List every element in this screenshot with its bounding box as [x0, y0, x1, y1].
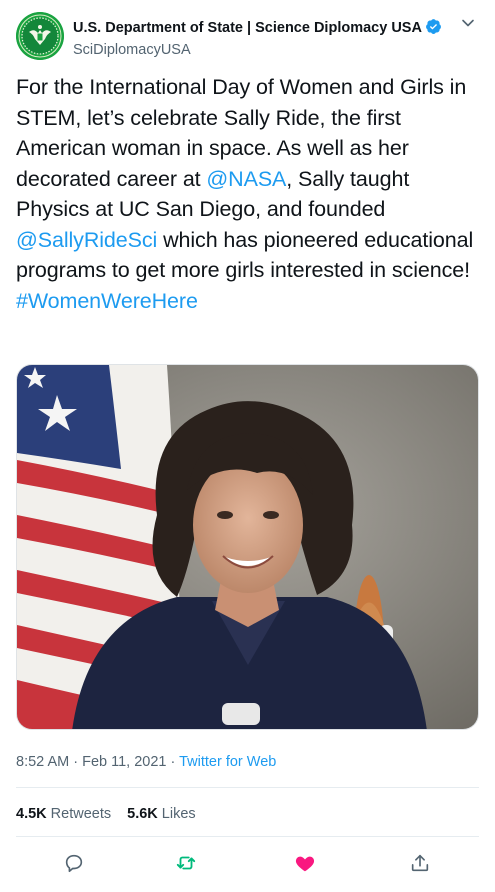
share-button[interactable] [403, 846, 437, 880]
state-seal-icon [16, 12, 64, 60]
mention-nasa-link[interactable]: @NASA [206, 167, 286, 191]
reply-button[interactable] [57, 846, 91, 880]
tweet-meta: 8:52 AM · Feb 11, 2021 · Twitter for Web [16, 754, 276, 770]
display-name-text[interactable]: U.S. Department of State | Science Diplo… [73, 20, 422, 36]
display-name[interactable]: U.S. Department of State | Science Diplo… [73, 18, 442, 37]
name-block: U.S. Department of State | Science Diplo… [73, 18, 442, 59]
verified-badge-icon [425, 19, 441, 34]
action-bar [0, 846, 495, 880]
divider [16, 787, 479, 788]
tweet-date[interactable]: Feb 11, 2021 [82, 754, 166, 770]
likes-count: 5.6K [127, 806, 158, 822]
tweet-stats: 4.5K Retweets 5.6K Likes [16, 806, 196, 822]
share-icon [411, 854, 429, 872]
retweet-icon [176, 856, 196, 870]
more-options-chevron-icon[interactable] [459, 14, 477, 32]
astronaut-portrait-image [17, 365, 478, 729]
retweets-count: 4.5K [16, 806, 47, 822]
likes-stat[interactable]: 5.6K Likes [127, 806, 196, 822]
tweet-text: For the International Day of Women and G… [16, 72, 486, 316]
avatar[interactable] [16, 12, 64, 60]
retweet-button[interactable] [169, 846, 203, 880]
tweet-header: U.S. Department of State | Science Diplo… [16, 12, 479, 62]
meta-separator: · [69, 754, 83, 770]
like-button[interactable] [288, 846, 322, 880]
retweets-label: Retweets [50, 806, 112, 822]
heart-icon [295, 856, 315, 872]
likes-label: Likes [161, 806, 196, 822]
retweets-stat[interactable]: 4.5K Retweets [16, 806, 111, 822]
handle[interactable]: SciDiplomacyUSA [73, 41, 442, 59]
tweet-time[interactable]: 8:52 AM [16, 754, 69, 770]
divider [16, 836, 479, 837]
meta-separator: · [166, 754, 180, 770]
mention-sallyridesci-link[interactable]: @SallyRideSci [16, 228, 157, 252]
reply-icon [65, 854, 83, 873]
tweet-source-link[interactable]: Twitter for Web [179, 754, 276, 770]
tweet-photo[interactable] [16, 364, 479, 730]
hashtag-link[interactable]: #WomenWereHere [16, 289, 198, 313]
